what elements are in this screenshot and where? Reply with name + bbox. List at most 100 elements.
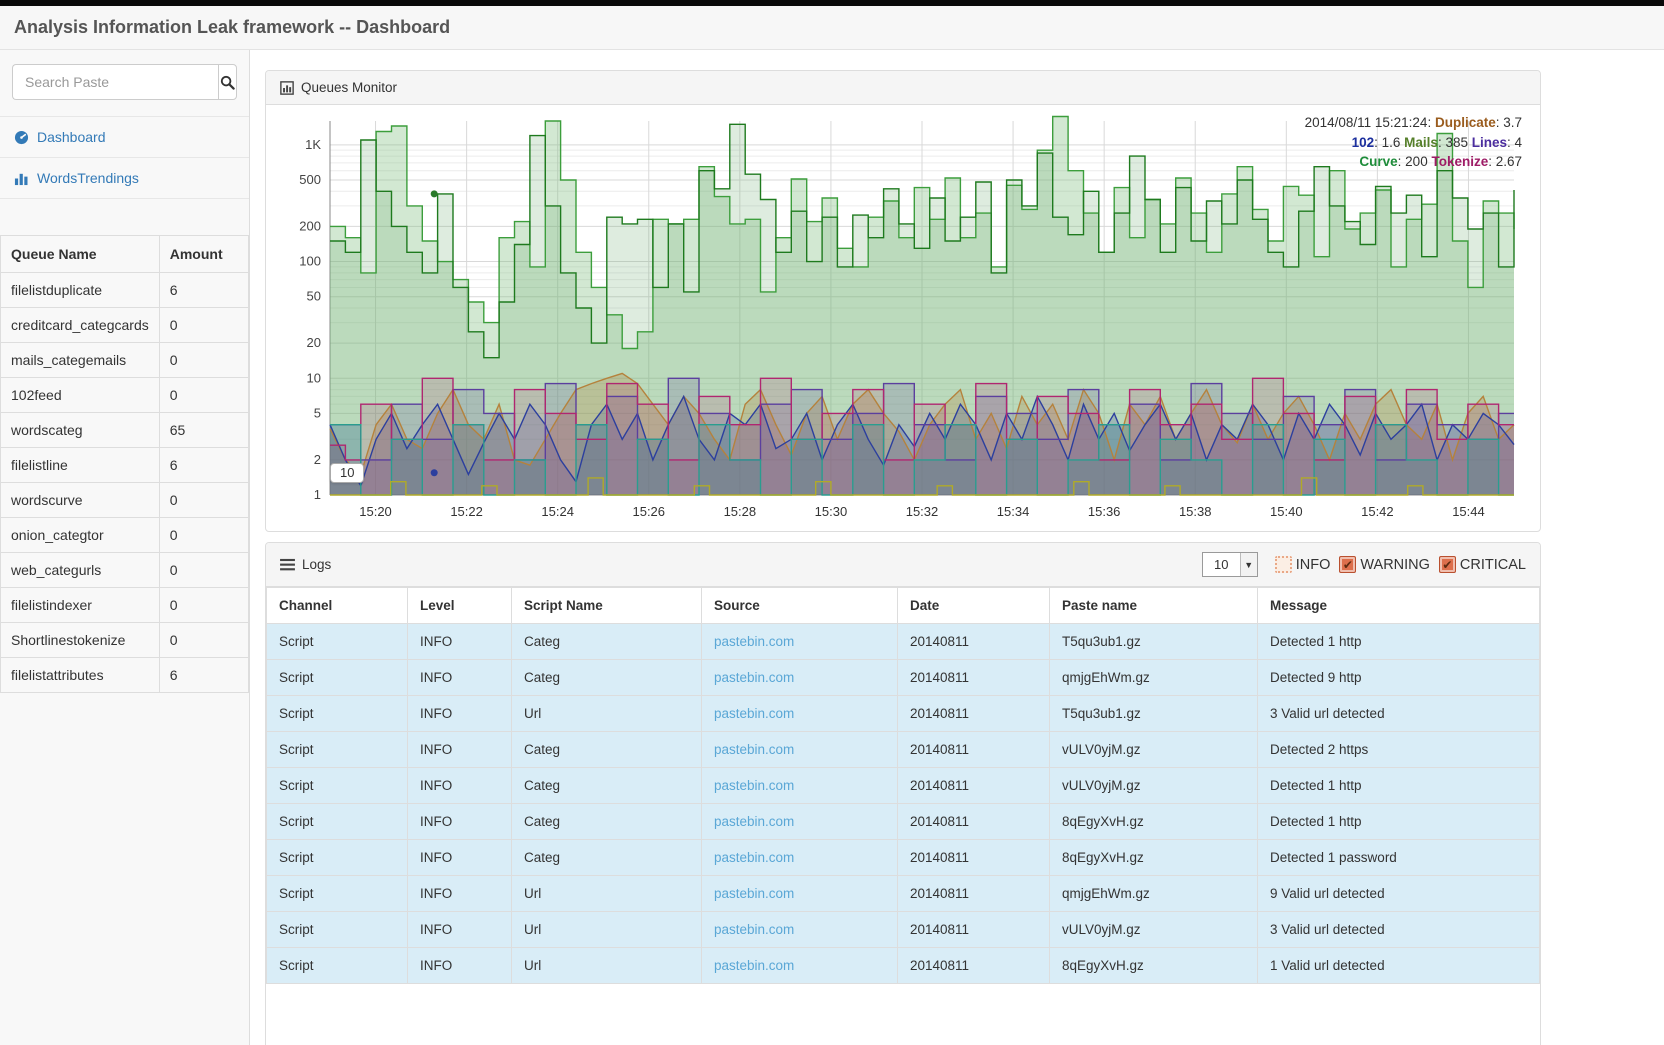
log-cell: Url (512, 948, 702, 984)
search-button[interactable] (218, 64, 237, 100)
log-cell: vULV0yjM.gz (1050, 768, 1258, 804)
log-cell: INFO (408, 840, 512, 876)
filter-critical[interactable]: CRITICAL (1439, 556, 1526, 573)
log-cell: pastebin.com (702, 624, 898, 660)
y-axis-tick: 200 (299, 218, 321, 233)
log-cell: qmjgEhWm.gz (1050, 876, 1258, 912)
log-row: ScriptINFOCategpastebin.com20140811T5qu3… (267, 624, 1540, 660)
log-cell: INFO (408, 804, 512, 840)
x-axis-tick: 15:28 (724, 504, 757, 519)
queues-chart[interactable]: 1K50020010050201052115:2015:2215:2415:26… (274, 115, 1520, 527)
logs-table: ChannelLevelScript NameSourceDatePaste n… (266, 587, 1540, 984)
log-row: ScriptINFOCategpastebin.com201408118qEgy… (267, 804, 1540, 840)
sidebar-item-wordstrendings[interactable]: WordsTrendings (0, 158, 249, 199)
queue-amount-cell: 0 (159, 553, 248, 588)
log-cell: Script (267, 804, 408, 840)
log-row: ScriptINFOUrlpastebin.com20140811qmjgEhW… (267, 876, 1540, 912)
table-row: filelistduplicate6 (1, 273, 249, 308)
search-input[interactable] (12, 64, 218, 100)
log-row: ScriptINFOCategpastebin.com20140811vULV0… (267, 732, 1540, 768)
x-axis-tick: 15:40 (1270, 504, 1303, 519)
bar-chart-icon (280, 81, 294, 95)
queue-name-cell: wordscurve (1, 483, 160, 518)
page-size-select[interactable]: 10 ▼ (1202, 552, 1258, 577)
bar-chart-icon (14, 171, 29, 186)
x-axis-tick: 15:30 (815, 504, 848, 519)
column-header-amount: Amount (159, 236, 248, 273)
legend-text: : 4 (1507, 135, 1522, 150)
queue-name-cell: web_categurls (1, 553, 160, 588)
source-link[interactable]: pastebin.com (714, 742, 794, 757)
data-point-marker (431, 469, 438, 476)
log-cell: 20140811 (898, 840, 1050, 876)
filter-info[interactable]: INFO (1275, 556, 1331, 573)
log-cell: 3 Valid url detected (1258, 912, 1540, 948)
column-header: Date (898, 588, 1050, 624)
source-link[interactable]: pastebin.com (714, 706, 794, 721)
sidebar-nav: Dashboard WordsTrendings (0, 116, 249, 199)
sidebar-item-label: WordsTrendings (37, 170, 139, 186)
source-link[interactable]: pastebin.com (714, 958, 794, 973)
source-link[interactable]: pastebin.com (714, 634, 794, 649)
log-cell: vULV0yjM.gz (1050, 912, 1258, 948)
log-cell: Detected 2 https (1258, 732, 1540, 768)
log-cell: Script (267, 696, 408, 732)
logs-header: Logs 10 ▼ INFO WARNING (266, 543, 1540, 587)
navbar: Analysis Information Leak framework -- D… (0, 6, 1664, 50)
column-header-queue-name: Queue Name (1, 236, 160, 273)
column-header: Source (702, 588, 898, 624)
legend-text: Duplicate (1435, 115, 1496, 130)
x-axis-tick: 15:34 (997, 504, 1030, 519)
table-row: filelistindexer0 (1, 588, 249, 623)
log-cell: Categ (512, 768, 702, 804)
legend-text: : 1.6 (1374, 135, 1404, 150)
table-row: wordscurve0 (1, 483, 249, 518)
log-cell: Detected 1 password (1258, 840, 1540, 876)
log-cell: Script (267, 732, 408, 768)
source-link[interactable]: pastebin.com (714, 814, 794, 829)
log-cell: INFO (408, 660, 512, 696)
panel-title: Logs (302, 557, 331, 572)
log-cell: 8qEgyXvH.gz (1050, 840, 1258, 876)
x-axis-tick: 15:32 (906, 504, 939, 519)
x-axis-tick: 15:42 (1361, 504, 1394, 519)
queue-name-cell: filelistindexer (1, 588, 160, 623)
log-cell: INFO (408, 876, 512, 912)
table-row: creditcard_categcards0 (1, 308, 249, 343)
log-cell: 9 Valid url detected (1258, 876, 1540, 912)
source-link[interactable]: pastebin.com (714, 670, 794, 685)
log-cell: 8qEgyXvH.gz (1050, 804, 1258, 840)
y-axis-tick: 10 (307, 370, 321, 385)
legend-text: : 385 (1438, 135, 1472, 150)
page-title: Analysis Information Leak framework -- D… (14, 17, 450, 38)
log-cell: 20140811 (898, 624, 1050, 660)
source-link[interactable]: pastebin.com (714, 922, 794, 937)
queues-monitor-header: Queues Monitor (266, 71, 1540, 105)
log-row: ScriptINFOUrlpastebin.com20140811vULV0yj… (267, 912, 1540, 948)
sidebar-item-dashboard[interactable]: Dashboard (0, 117, 249, 158)
filter-warning[interactable]: WARNING (1339, 556, 1430, 573)
list-icon (280, 558, 295, 571)
source-link[interactable]: pastebin.com (714, 778, 794, 793)
source-link[interactable]: pastebin.com (714, 850, 794, 865)
main-content: Queues Monitor 1K50020010050201052115:20… (250, 50, 1664, 1045)
log-cell: INFO (408, 732, 512, 768)
log-cell: Categ (512, 624, 702, 660)
queue-amount-cell: 0 (159, 343, 248, 378)
log-cell: INFO (408, 768, 512, 804)
queue-amount-cell: 0 (159, 623, 248, 658)
log-cell: 20140811 (898, 948, 1050, 984)
table-row: filelistline6 (1, 448, 249, 483)
source-link[interactable]: pastebin.com (714, 886, 794, 901)
x-axis-tick: 15:26 (632, 504, 665, 519)
x-axis-tick: 15:22 (450, 504, 483, 519)
legend-text: : 3.7 (1496, 115, 1522, 130)
search-bar (12, 64, 237, 100)
filter-label: INFO (1296, 557, 1331, 573)
log-cell: INFO (408, 624, 512, 660)
log-cell: Categ (512, 840, 702, 876)
queue-table: Queue Name Amount filelistduplicate6cred… (0, 235, 249, 693)
y-axis-tick: 100 (299, 254, 321, 269)
x-axis-tick: 15:44 (1452, 504, 1485, 519)
queue-amount-cell: 6 (159, 658, 248, 693)
